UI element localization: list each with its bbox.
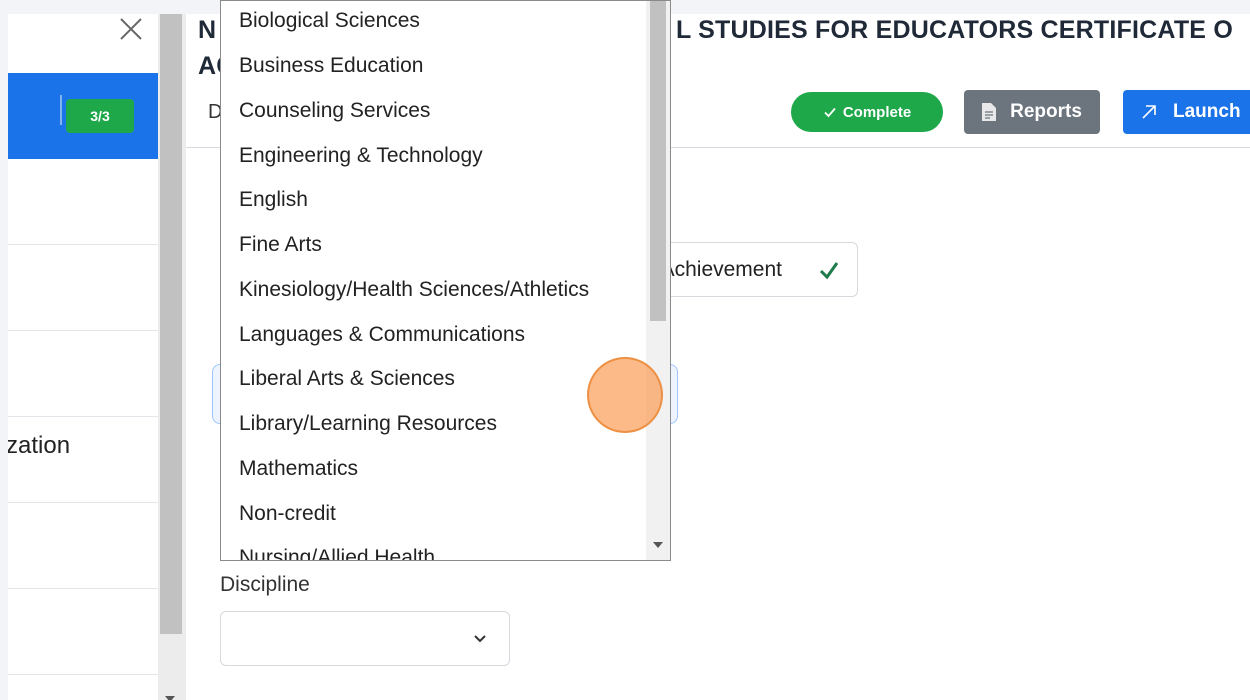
scrollbar-thumb[interactable] — [160, 14, 182, 634]
left-panel: 3/3 zation — [8, 14, 158, 700]
progress-badge: 3/3 — [66, 99, 134, 133]
panel-scrollbar[interactable] — [158, 14, 186, 700]
external-arrow-icon — [1141, 104, 1157, 120]
page-title: L STUDIES FOR EDUCATORS CERTIFICATE O — [676, 16, 1233, 44]
sidebar-item[interactable] — [8, 159, 158, 245]
dropdown-option[interactable]: Engineering & Technology — [239, 144, 483, 168]
discipline-select[interactable] — [220, 611, 510, 666]
discipline-label: Discipline — [220, 573, 310, 596]
reports-label: Reports — [1010, 101, 1082, 122]
sidebar-item[interactable] — [8, 503, 158, 589]
dropdown-option[interactable]: Business Education — [239, 54, 423, 78]
dropdown-option[interactable]: English — [239, 188, 308, 212]
sidebar-item[interactable] — [8, 245, 158, 331]
close-icon[interactable] — [116, 14, 146, 44]
complete-label: Complete — [842, 103, 912, 121]
progress-divider — [60, 95, 62, 125]
dropdown-option[interactable]: Fine Arts — [239, 233, 322, 257]
reports-button[interactable]: Reports — [964, 90, 1100, 134]
dropdown-option[interactable]: Non-credit — [239, 502, 336, 526]
dropdown-option[interactable]: Counseling Services — [239, 99, 430, 123]
launch-label: Launch — [1173, 101, 1241, 122]
sidebar-item-active[interactable]: 3/3 — [8, 73, 158, 159]
chevron-down-icon — [471, 630, 489, 648]
scroll-down-arrow-icon[interactable] — [653, 542, 663, 548]
scroll-down-arrow-icon[interactable] — [165, 696, 175, 700]
sidebar-item-label: zation — [8, 432, 71, 459]
dropdown-option[interactable]: Library/Learning Resources — [239, 412, 497, 436]
dropdown-scrollbar[interactable] — [646, 1, 670, 560]
dropdown-option[interactable]: Liberal Arts & Sciences — [239, 367, 455, 391]
launch-button[interactable]: Launch — [1123, 90, 1250, 134]
check-icon — [823, 105, 837, 119]
division-dropdown-list[interactable]: Biological Sciences Business Education C… — [220, 0, 671, 561]
check-icon — [818, 259, 840, 281]
dropdown-option[interactable]: Kinesiology/Health Sciences/Athletics — [239, 278, 589, 302]
dropdown-option[interactable]: Languages & Communications — [239, 323, 525, 347]
dropdown-scrollbar-thumb[interactable] — [650, 1, 666, 321]
complete-button[interactable]: Complete — [791, 92, 943, 132]
document-icon — [982, 103, 997, 121]
click-indicator — [587, 357, 663, 433]
dropdown-option[interactable]: Nursing/Allied Health — [239, 546, 435, 560]
sidebar-item[interactable] — [8, 589, 158, 675]
sidebar-item[interactable]: zation — [8, 417, 158, 503]
dropdown-option[interactable]: Biological Sciences — [239, 9, 420, 33]
dropdown-option[interactable]: Mathematics — [239, 457, 358, 481]
sidebar-item[interactable] — [8, 331, 158, 417]
page-title-start: N — [198, 16, 217, 44]
